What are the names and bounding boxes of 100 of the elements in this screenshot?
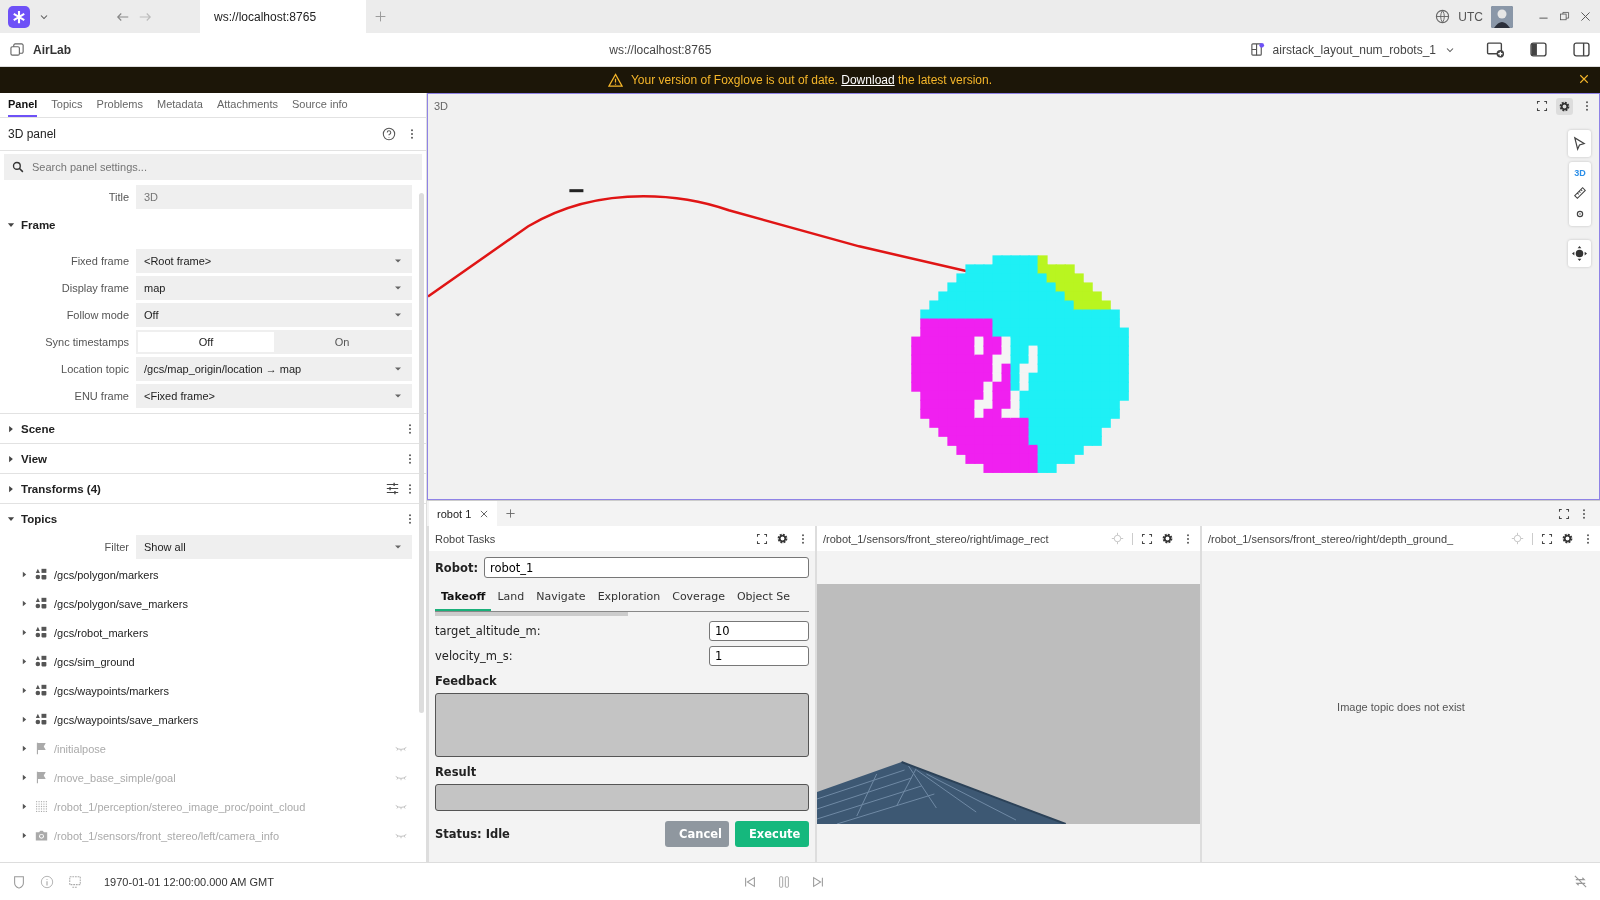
panel-title: /robot_1/sensors/front_stereo/right/depth_ground_ [1208,532,1455,545]
sidebar-tab[interactable]: Attachments [216,93,279,117]
task-tab[interactable]: Object Se [730,583,796,611]
topic-path[interactable]: /gcs/waypoints/markers [54,684,408,697]
fullscreen-icon[interactable] [756,532,768,545]
section-label: Feedback [435,674,498,688]
connection-url: ws://localhost:8765 [608,42,713,57]
flag-icon [35,771,48,784]
dots-grid-icon [35,800,48,813]
sidebar-tab[interactable]: Problems [96,93,143,117]
layers-icon [10,42,25,57]
shapes-icon [35,597,48,610]
shapes-icon [35,713,48,726]
param-label: target_altitude_m: [435,624,541,638]
select-field[interactable]: Show all [136,535,412,559]
shapes-icon [35,684,48,697]
skip-back-icon[interactable] [742,874,757,889]
select-field[interactable]: <Root frame> [136,249,412,273]
param-field[interactable]: 10 [709,621,809,641]
expand-icon [20,802,29,811]
select-field[interactable]: Off [136,303,412,327]
layout-name[interactable]: airstack_layout_num_robots_1 [1272,42,1436,57]
expand-icon [20,657,29,666]
skip-forward-icon[interactable] [810,874,825,889]
timezone-label: UTC [1458,9,1483,24]
fullscreen-icon[interactable] [1558,507,1570,520]
layout-icon [1249,42,1265,57]
toggle-option[interactable]: On [274,332,410,352]
settings-icon[interactable] [1558,99,1571,113]
move-icon[interactable] [1572,246,1587,261]
view-mode-toggle[interactable]: 3D [1574,168,1586,178]
field-label: Fixed frame [69,255,129,267]
app-logo-icon[interactable] [8,5,30,28]
browser-tab[interactable]: ws://localhost:8765 [200,0,366,33]
loop-off-icon[interactable] [1573,874,1588,889]
fullscreen-icon[interactable] [1536,100,1548,112]
title-field[interactable]: 3D [136,185,412,209]
status-text: Status: Idle [435,827,511,841]
new-tab-icon[interactable] [374,10,387,23]
select-field[interactable]: <Fixed frame> [136,384,412,408]
panel-title: 3D panel [8,127,58,141]
flag-icon [35,742,48,755]
help-icon[interactable] [382,127,396,141]
layout-tab[interactable]: robot 1 [429,501,498,526]
pointer-icon[interactable] [1572,136,1587,151]
panel-title: /robot_1/sensors/front_stereo/right/image_rect [823,532,1050,545]
task-tab[interactable]: Land [491,583,531,611]
ruler-icon[interactable] [1573,186,1587,200]
scrollbar[interactable] [419,193,424,713]
task-tab[interactable]: Coverage [666,583,731,611]
task-tab[interactable]: Navigate [530,583,592,611]
scrollbar[interactable] [435,612,628,616]
search-field[interactable]: Search panel settings... [4,154,422,180]
toggle-option[interactable]: Off [138,332,274,352]
add-tab-icon[interactable] [505,508,517,519]
panel-title: 3D [434,100,450,112]
restore-icon[interactable] [1558,10,1571,23]
topic-path[interactable]: /gcs/polygon/markers [54,568,408,581]
topic-path[interactable]: /gcs/robot_markers [54,626,408,639]
fullscreen-icon[interactable] [1541,532,1553,545]
right-sidebar-icon[interactable] [1573,41,1590,58]
field-label: Follow mode [65,309,129,321]
pin-icon[interactable] [1574,208,1586,220]
sidebar-tab[interactable]: Panel [8,93,38,117]
close-icon [479,508,490,519]
expand-icon [20,744,29,753]
close-icon[interactable] [1578,73,1590,85]
expand-icon [20,715,29,724]
left-sidebar-icon[interactable] [1530,41,1547,58]
settings-icon[interactable] [1561,532,1574,545]
topic-path[interactable]: /gcs/sim_ground [54,655,408,668]
close-icon[interactable] [1579,10,1592,23]
section-header[interactable]: Topics [0,504,426,533]
expand-icon [20,831,29,840]
task-tab[interactable]: Exploration [591,583,667,611]
section-header[interactable]: Frame [0,210,426,239]
avatar-icon[interactable] [1491,5,1513,28]
param-field[interactable]: 1 [709,646,809,666]
field-label: Display frame [60,282,129,294]
shield-icon[interactable] [12,874,26,889]
download-link[interactable]: Download [841,73,895,87]
robot-field[interactable]: robot_1 [484,557,809,578]
expand-icon [20,686,29,695]
select-field[interactable]: map [136,276,412,300]
topic-path[interactable]: /gcs/polygon/save_markers [54,597,408,610]
shapes-icon [35,626,48,639]
field-label: Location topic [60,363,129,375]
settings-icon[interactable] [776,532,789,545]
sidebar-tab[interactable]: Source info [292,93,348,117]
add-panel-icon[interactable] [1486,41,1504,58]
sidebar-tab[interactable]: Metadata [157,93,203,117]
camera-icon [35,829,48,842]
fullscreen-icon[interactable] [1141,532,1153,545]
topic-path[interactable]: /gcs/waypoints/save_markers [54,713,408,726]
settings-icon[interactable] [1161,532,1174,545]
select-field[interactable]: /gcs/map_origin/location → map [136,357,412,381]
sliders-icon[interactable] [386,482,399,495]
field-label: Sync timestamps [44,336,129,348]
sidebar-tab[interactable]: Topics [51,93,83,117]
workspace-name[interactable]: AirLab [33,42,71,57]
